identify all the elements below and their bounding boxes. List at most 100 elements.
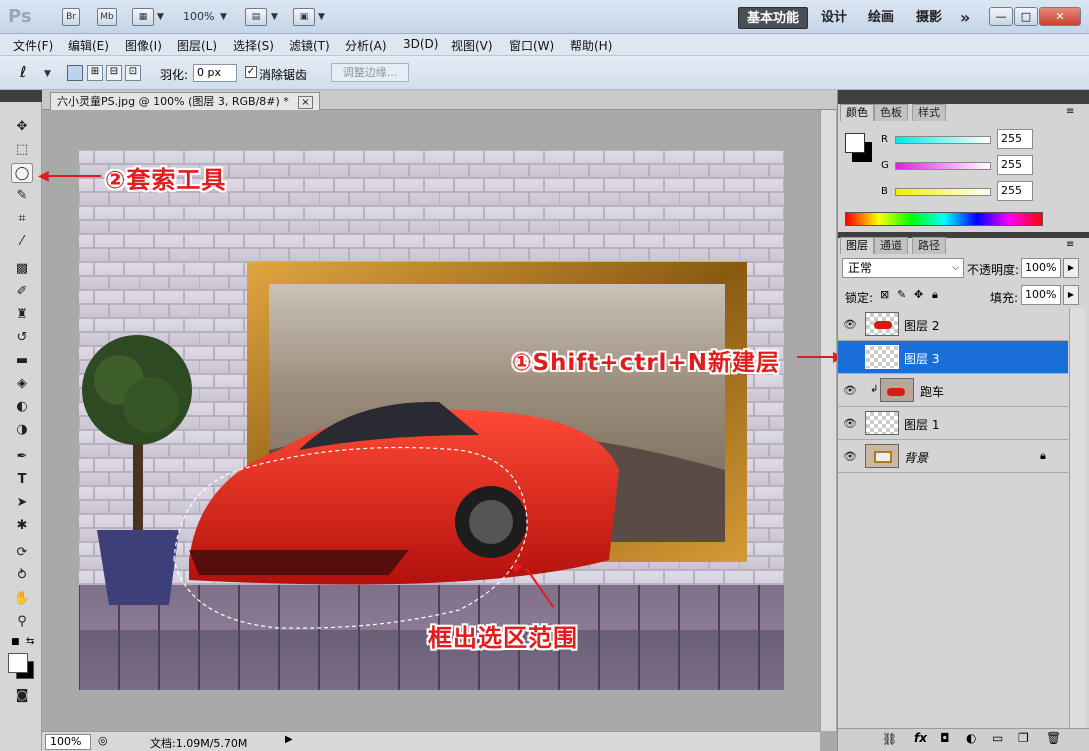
menu-filter[interactable]: 滤镜(T) xyxy=(289,37,330,54)
path-select-tool-icon[interactable]: ➤ xyxy=(11,493,33,513)
crop-tool-icon[interactable]: ⌗ xyxy=(11,209,33,229)
channel-b-input[interactable]: 255 xyxy=(997,181,1033,201)
layer-row[interactable]: 👁︎ 图层 1 xyxy=(838,407,1068,440)
lasso-preset-icon[interactable]: ℓ xyxy=(20,63,26,81)
subtract-selection-icon[interactable]: ⊟ xyxy=(106,65,122,81)
trash-icon[interactable]: 🗑︎ xyxy=(1046,731,1061,745)
group-icon[interactable]: ▭ xyxy=(992,731,1003,745)
add-selection-icon[interactable]: ⊞ xyxy=(87,65,103,81)
lock-pixels-icon[interactable]: ✎ xyxy=(897,288,906,301)
quick-select-tool-icon[interactable]: ✎ xyxy=(11,186,33,206)
fx-icon[interactable]: fx xyxy=(914,731,927,745)
layers-scrollbar[interactable] xyxy=(1069,308,1085,728)
layer-row[interactable]: 👁︎ 图层 2 xyxy=(838,308,1068,341)
chevron-down-icon[interactable]: ▼ xyxy=(318,12,325,22)
color-foreground-swatch[interactable] xyxy=(845,133,865,153)
menu-analysis[interactable]: 分析(A) xyxy=(345,37,387,54)
canvas-image[interactable] xyxy=(79,150,784,690)
channel-g-input[interactable]: 255 xyxy=(997,155,1033,175)
tab-styles[interactable]: 样式 xyxy=(912,104,946,121)
lock-transparency-icon[interactable]: ⊠ xyxy=(880,288,889,301)
mask-icon[interactable]: ◘ xyxy=(940,731,950,745)
channel-g-slider[interactable] xyxy=(895,162,991,170)
chevron-down-icon[interactable]: ▼ xyxy=(157,12,164,22)
dodge-tool-icon[interactable]: ◑ xyxy=(11,420,33,440)
3d-rotate-tool-icon[interactable]: ⟳ xyxy=(11,543,33,563)
status-icon[interactable]: ◎ xyxy=(98,734,108,747)
channel-r-slider[interactable] xyxy=(895,136,991,144)
blend-mode-select[interactable]: 正常 ⌵ xyxy=(842,258,964,278)
panel-menu-icon[interactable]: ≡ xyxy=(1066,239,1074,250)
type-tool-icon[interactable]: T xyxy=(11,470,33,490)
opacity-arrow-icon[interactable]: ▶ xyxy=(1063,258,1079,278)
maximize-button[interactable]: □ xyxy=(1014,7,1038,26)
tab-paths[interactable]: 路径 xyxy=(912,237,946,254)
menu-select[interactable]: 选择(S) xyxy=(233,37,274,54)
bridge-button[interactable]: Br xyxy=(62,8,80,26)
eyedropper-tool-icon[interactable]: ⁄ xyxy=(11,232,33,252)
blur-tool-icon[interactable]: ◐ xyxy=(11,397,33,417)
chevron-down-icon[interactable]: ▼ xyxy=(271,12,278,22)
tab-swatches[interactable]: 色板 xyxy=(874,104,908,121)
document-tab[interactable]: 六小灵童PS.jpg @ 100% (图层 3, RGB/8#) * × xyxy=(50,92,320,110)
tab-layers[interactable]: 图层 xyxy=(840,237,874,254)
feather-input[interactable]: 0 px xyxy=(193,64,237,82)
arrange-documents-button[interactable]: ▤ xyxy=(245,8,267,26)
move-tool-icon[interactable]: ✥ xyxy=(11,117,33,137)
status-menu-arrow-icon[interactable]: ▶ xyxy=(285,734,293,745)
workspace-painting[interactable]: 绘画 xyxy=(860,7,902,29)
lasso-tool-icon[interactable]: ◯ xyxy=(11,163,33,183)
history-brush-tool-icon[interactable]: ↺ xyxy=(11,328,33,348)
menu-layer[interactable]: 图层(L) xyxy=(177,37,217,54)
status-zoom[interactable]: 100% xyxy=(45,734,91,750)
opacity-input[interactable]: 100% xyxy=(1021,258,1061,278)
lock-all-icon[interactable]: 🔒︎ xyxy=(932,288,938,302)
vertical-scrollbar[interactable] xyxy=(820,110,836,731)
more-workspaces-button[interactable]: » xyxy=(952,7,978,29)
chevron-down-icon[interactable]: ▼ xyxy=(220,12,227,22)
adjustment-icon[interactable]: ◐ xyxy=(966,731,976,745)
pen-tool-icon[interactable]: ✒ xyxy=(11,447,33,467)
quick-mask-icon[interactable]: ◙ xyxy=(11,686,33,706)
screen-mode-button[interactable]: ▣ xyxy=(293,8,315,26)
hand-tool-icon[interactable]: ✋ xyxy=(11,589,33,609)
default-colors-icon[interactable]: ■ xyxy=(11,637,20,647)
menu-3d[interactable]: 3D(D) xyxy=(403,37,438,51)
stamp-tool-icon[interactable]: ♜ xyxy=(11,305,33,325)
menu-file[interactable]: 文件(F) xyxy=(13,37,53,54)
minibridge-button[interactable]: Mb xyxy=(97,8,117,26)
layer-row[interactable]: 图层 3 xyxy=(838,341,1068,374)
zoom-tool-icon[interactable]: ⚲ xyxy=(11,612,33,632)
swap-colors-icon[interactable]: ⇆ xyxy=(26,636,34,647)
tab-channels[interactable]: 通道 xyxy=(874,237,908,254)
visibility-eye-icon[interactable]: 👁︎ xyxy=(843,384,857,397)
lock-position-icon[interactable]: ✥ xyxy=(914,288,923,301)
refine-edge-button[interactable]: 调整边缘... xyxy=(331,63,409,82)
zoom-level[interactable]: 100% xyxy=(183,10,214,23)
minimize-button[interactable]: — xyxy=(989,7,1013,26)
workspace-essentials[interactable]: 基本功能 xyxy=(738,7,809,29)
panel-menu-icon[interactable]: ≡ xyxy=(1066,106,1074,117)
menu-window[interactable]: 窗口(W) xyxy=(509,37,554,54)
view-extras-button[interactable]: ▦ xyxy=(132,8,154,26)
layer-row[interactable]: 👁︎ 背景 🔒︎ xyxy=(838,440,1068,473)
visibility-eye-icon[interactable]: 👁︎ xyxy=(843,450,857,463)
close-tab-icon[interactable]: × xyxy=(298,96,313,109)
bucket-tool-icon[interactable]: ◈ xyxy=(11,374,33,394)
chevron-down-icon[interactable]: ▼ xyxy=(44,69,51,79)
new-layer-icon[interactable]: ❐ xyxy=(1018,731,1029,745)
foreground-color-swatch[interactable] xyxy=(8,653,28,673)
layer-row[interactable]: 👁︎ ↲ 跑车 xyxy=(838,374,1068,407)
workspace-photography[interactable]: 摄影 xyxy=(908,7,950,29)
visibility-eye-icon[interactable]: 👁︎ xyxy=(843,417,857,430)
link-icon[interactable]: ⛓ xyxy=(882,732,897,746)
eraser-tool-icon[interactable]: ▬ xyxy=(11,351,33,371)
channel-b-slider[interactable] xyxy=(895,188,991,196)
new-selection-icon[interactable] xyxy=(67,65,83,81)
channel-r-input[interactable]: 255 xyxy=(997,129,1033,149)
visibility-eye-icon[interactable]: 👁︎ xyxy=(843,318,857,331)
intersect-selection-icon[interactable]: ⊡ xyxy=(125,65,141,81)
fill-input[interactable]: 100% xyxy=(1021,285,1061,305)
fill-arrow-icon[interactable]: ▶ xyxy=(1063,285,1079,305)
antialias-checkbox[interactable]: ✓ xyxy=(245,66,257,78)
